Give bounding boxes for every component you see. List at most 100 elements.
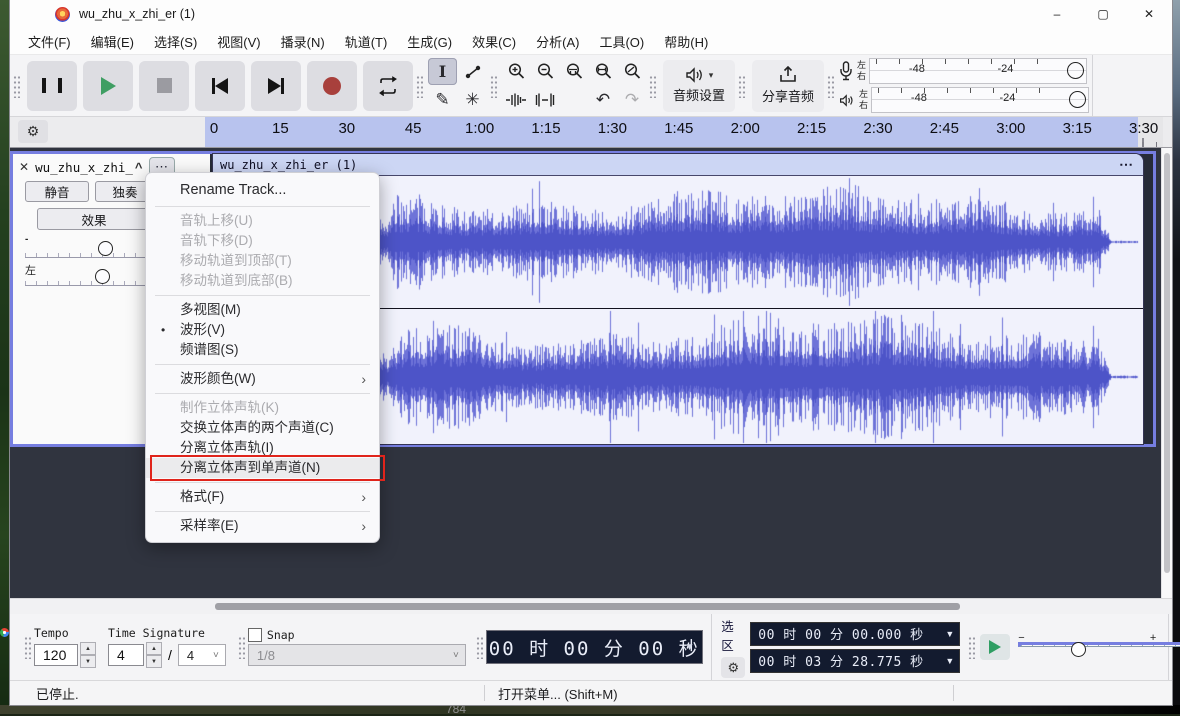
- pan-slider-thumb[interactable]: [95, 269, 110, 284]
- playback-clip-indicator: [1069, 91, 1086, 108]
- timeline-options-button[interactable]: ⚙: [18, 120, 48, 143]
- record-meter-left-label: 左: [857, 60, 866, 71]
- zoom-toggle-button[interactable]: [618, 58, 646, 85]
- menubar-item[interactable]: 视图(V): [207, 32, 270, 51]
- menu-separator: [155, 393, 370, 394]
- snap-checkbox[interactable]: [248, 628, 262, 642]
- draw-tool-button[interactable]: ✎: [428, 86, 457, 113]
- track-collapse-icon[interactable]: ^: [135, 160, 143, 175]
- effects-button[interactable]: 效果: [37, 208, 151, 230]
- trim-audio-button[interactable]: [502, 86, 530, 113]
- fit-project-button[interactable]: [589, 58, 617, 85]
- context-menu-item[interactable]: Rename Track...: [146, 179, 379, 202]
- vertical-scrollbar-thumb[interactable]: [1164, 153, 1170, 573]
- tempo-input[interactable]: 120: [34, 644, 78, 666]
- horizontal-scrollbar-thumb[interactable]: [215, 603, 960, 610]
- edit-toolbar-grip[interactable]: [490, 74, 497, 98]
- transport-toolbar-grip[interactable]: [13, 74, 20, 98]
- menubar-item[interactable]: 文件(F): [18, 32, 81, 51]
- menubar-item[interactable]: 选择(S): [144, 32, 207, 51]
- meter-toolbar-grip[interactable]: [827, 74, 834, 98]
- time-toolbar-grip[interactable]: [24, 635, 31, 659]
- gain-slider-thumb[interactable]: [98, 241, 113, 256]
- share-audio-button[interactable]: 分享音频: [752, 60, 824, 112]
- time-signature-upper-input[interactable]: 4: [108, 644, 144, 666]
- audio-setup-button[interactable]: ▾ 音频设置: [663, 60, 735, 112]
- play-speed-grip[interactable]: [968, 635, 975, 659]
- snap-toolbar-grip[interactable]: [238, 635, 245, 659]
- context-menu-item[interactable]: 波形颜色(W)›: [146, 369, 379, 389]
- selection-tool-button[interactable]: I: [428, 58, 457, 85]
- playback-meter-right-label: 右: [859, 100, 868, 111]
- track-name[interactable]: wu_zhu_x_zhi_: [35, 160, 133, 175]
- menubar-item[interactable]: 播录(N): [271, 32, 335, 51]
- menubar-item[interactable]: 轨道(T): [335, 32, 398, 51]
- playback-meter-bar: -48 -24: [871, 87, 1089, 113]
- play-speed-slider[interactable]: −+: [1018, 639, 1156, 655]
- close-button[interactable]: ✕: [1126, 0, 1172, 28]
- mute-button[interactable]: 静音: [25, 181, 89, 202]
- menubar-item[interactable]: 生成(G): [397, 32, 462, 51]
- multi-tool-icon: ✳: [465, 91, 479, 108]
- track-close-icon[interactable]: ✕: [19, 160, 29, 174]
- record-meter-right-label: 右: [857, 71, 866, 82]
- menubar-item[interactable]: 编辑(E): [81, 32, 144, 51]
- context-menu-item[interactable]: 分离立体声轨(I): [146, 438, 379, 458]
- horizontal-scrollbar[interactable]: [10, 598, 1172, 614]
- playback-meter[interactable]: 左右 -48 -24: [839, 87, 1089, 113]
- minimize-button[interactable]: –: [1034, 0, 1080, 28]
- menubar-item[interactable]: 分析(A): [526, 32, 589, 51]
- zoom-in-button[interactable]: [502, 58, 530, 85]
- tempo-spinner[interactable]: ▲▼: [80, 642, 96, 668]
- dropdown-arrow-icon[interactable]: ▼: [945, 656, 954, 666]
- audio-setup-grip[interactable]: [649, 74, 656, 98]
- tools-toolbar-grip[interactable]: [416, 74, 423, 98]
- edit-toolbar: ↶ ↷: [502, 58, 646, 113]
- context-menu-item[interactable]: •波形(V): [146, 320, 379, 340]
- context-menu-item[interactable]: 频谱图(S): [146, 340, 379, 360]
- share-audio-grip[interactable]: [738, 74, 745, 98]
- loop-button[interactable]: [363, 61, 413, 111]
- selection-start-field[interactable]: 00 时 00 分 00.000 秒▼: [750, 622, 960, 646]
- time-display-grip[interactable]: [476, 635, 483, 659]
- timeline-ruler[interactable]: 01530451:001:151:301:452:002:152:302:453…: [205, 117, 1163, 147]
- ruler-tick-label: 0: [210, 120, 218, 137]
- menubar-item[interactable]: 工具(O): [589, 32, 654, 51]
- play-at-speed-button[interactable]: [980, 634, 1010, 660]
- pause-button[interactable]: [27, 61, 77, 111]
- context-menu-item[interactable]: 交换立体声的两个声道(C): [146, 418, 379, 438]
- fit-selection-button[interactable]: [560, 58, 588, 85]
- dropdown-arrow-icon[interactable]: ▼: [945, 629, 954, 639]
- record-meter[interactable]: 左右 -48 -24: [839, 58, 1089, 84]
- time-signature-lower-select[interactable]: 4˅: [178, 644, 226, 666]
- silence-audio-button[interactable]: [531, 86, 559, 113]
- dropdown-arrow-icon[interactable]: ▼: [685, 642, 695, 653]
- maximize-button[interactable]: ▢: [1080, 0, 1126, 28]
- selection-toolbar: 选区 ⚙ 00 时 00 分 00.000 秒▼ 00 时 03 分 28.77…: [719, 616, 960, 678]
- multi-tool-button[interactable]: ✳: [458, 86, 487, 113]
- ruler-tick-label: 2:45: [930, 120, 959, 137]
- context-menu-item[interactable]: 采样率(E)›: [146, 516, 379, 536]
- playback-meter-left-label: 左: [859, 89, 868, 100]
- selection-options-button[interactable]: ⚙: [721, 657, 745, 678]
- time-signature-spinner[interactable]: ▲▼: [146, 642, 162, 668]
- clip-menu-icon[interactable]: ⋯: [1119, 156, 1133, 173]
- vertical-scrollbar[interactable]: [1161, 148, 1172, 598]
- record-meter-bar: -48 -24: [869, 58, 1087, 84]
- skip-to-end-button[interactable]: [251, 61, 301, 111]
- menubar-item[interactable]: 帮助(H): [654, 32, 718, 51]
- menubar-item[interactable]: 效果(C): [462, 32, 526, 51]
- menu-separator: [155, 206, 370, 207]
- play-button[interactable]: [83, 61, 133, 111]
- context-menu-item[interactable]: 格式(F)›: [146, 487, 379, 507]
- zoom-out-button[interactable]: [531, 58, 559, 85]
- audio-position-display[interactable]: 00 时 00 分 00 秒 ▼: [486, 630, 703, 664]
- selection-end-field[interactable]: 00 时 03 分 28.775 秒▼: [750, 649, 960, 673]
- context-menu-item[interactable]: 分离立体声到单声道(N): [146, 458, 379, 478]
- envelope-tool-button[interactable]: [458, 58, 487, 85]
- record-button[interactable]: [307, 61, 357, 111]
- play-speed-slider-thumb[interactable]: [1071, 642, 1086, 657]
- undo-button[interactable]: ↶: [589, 86, 617, 113]
- context-menu-item[interactable]: 多视图(M): [146, 300, 379, 320]
- skip-to-start-button[interactable]: [195, 61, 245, 111]
